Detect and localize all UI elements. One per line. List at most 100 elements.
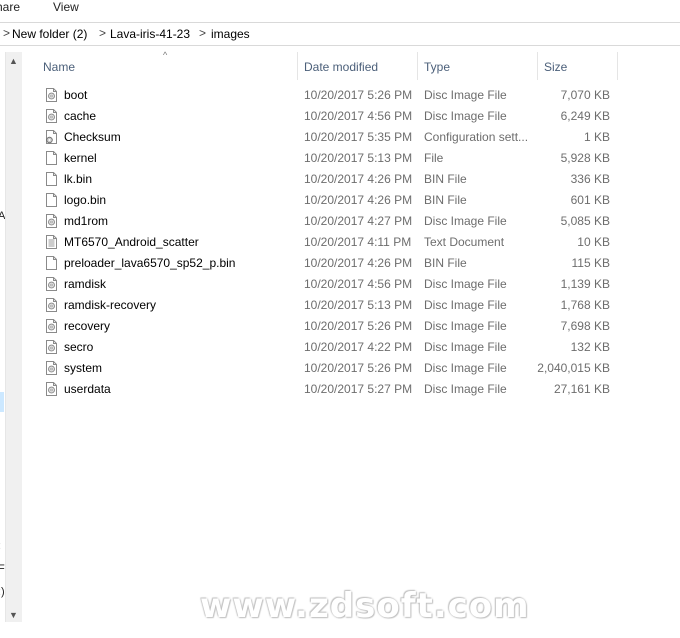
file-date-modified: 10/20/2017 5:35 PM bbox=[304, 130, 413, 144]
disc-image-file-icon bbox=[46, 382, 57, 396]
file-row[interactable]: logo.bin 10/20/2017 4:26 PM BIN File 601 KB bbox=[40, 190, 620, 211]
column-header-type[interactable]: Type bbox=[418, 52, 538, 80]
file-date-modified: 10/20/2017 5:26 PM bbox=[304, 319, 413, 333]
file-size: 10 KB bbox=[577, 235, 610, 249]
file-type: Disc Image File bbox=[424, 88, 507, 102]
file-size: 7,070 KB bbox=[560, 88, 610, 102]
file-type: Disc Image File bbox=[424, 214, 507, 228]
file-type: Text Document bbox=[424, 235, 505, 249]
file-size: 2,040,015 KB bbox=[537, 361, 610, 375]
column-header-date-label: Date modified bbox=[304, 60, 379, 74]
file-size: 601 KB bbox=[570, 193, 610, 207]
file-date-modified: 10/20/2017 4:27 PM bbox=[304, 214, 413, 228]
file-row[interactable]: boot 10/20/2017 5:26 PM Disc Image File 7,0… bbox=[40, 85, 620, 106]
file-size: 5,085 KB bbox=[560, 214, 610, 228]
file-type: Disc Image File bbox=[424, 298, 507, 312]
disc-image-file-icon bbox=[46, 340, 57, 354]
file-size: 1 KB bbox=[583, 130, 610, 144]
text-document-icon bbox=[46, 235, 57, 249]
file-name: ramdisk bbox=[64, 277, 107, 291]
breadcrumb-separator[interactable]: > bbox=[199, 26, 206, 40]
file-type: Configuration sett... bbox=[424, 130, 529, 144]
file-date-modified: 10/20/2017 5:27 PM bbox=[304, 382, 413, 396]
file-date-modified: 10/20/2017 5:13 PM bbox=[304, 151, 413, 165]
tab-view[interactable]: View bbox=[53, 0, 79, 14]
file-type: Disc Image File bbox=[424, 109, 507, 123]
configuration-file-icon bbox=[46, 130, 57, 144]
file-name: recovery bbox=[64, 319, 111, 333]
column-header-row: Name Date modified Type Size bbox=[22, 52, 680, 80]
breadcrumb-lava-iris[interactable]: Lava-iris-41-23 bbox=[110, 27, 190, 41]
file-type: Disc Image File bbox=[424, 319, 507, 333]
column-header-name[interactable]: Name bbox=[22, 52, 298, 80]
disc-image-file-icon bbox=[46, 88, 57, 102]
file-type: BIN File bbox=[424, 193, 467, 207]
file-size: 1,139 KB bbox=[560, 277, 610, 291]
file-date-modified: 10/20/2017 5:26 PM bbox=[304, 361, 413, 375]
column-header-name-label: Name bbox=[43, 60, 76, 74]
file-size: 6,249 KB bbox=[560, 109, 610, 123]
breadcrumb-separator[interactable]: > bbox=[99, 26, 106, 40]
file-date-modified: 10/20/2017 4:26 PM bbox=[304, 256, 413, 270]
disc-image-file-icon bbox=[46, 319, 57, 333]
disc-image-file-icon bbox=[46, 109, 57, 123]
file-row[interactable]: userdata 10/20/2017 5:27 PM Disc Image Fil… bbox=[40, 379, 620, 400]
file-row[interactable]: recovery 10/20/2017 5:26 PM Disc Image Fil… bbox=[40, 316, 620, 337]
file-row[interactable]: ramdisk-recovery 10/20/2017 5:13 PM Disc I… bbox=[40, 295, 620, 316]
file-name: Checksum bbox=[64, 130, 121, 144]
file-date-modified: 10/20/2017 5:13 PM bbox=[304, 298, 413, 312]
address-bar[interactable]: > New folder (2) > Lava-iris-41-23 > ima… bbox=[0, 22, 680, 46]
file-type: File bbox=[424, 151, 444, 165]
column-header-size[interactable]: Size bbox=[538, 52, 618, 80]
file-row[interactable]: cache 10/20/2017 4:56 PM Disc Image File 6,… bbox=[40, 106, 620, 127]
ribbon-tabs: hare View bbox=[0, 0, 680, 18]
tab-share[interactable]: hare bbox=[0, 0, 20, 14]
scroll-up-arrow-icon[interactable]: ▲ bbox=[9, 56, 18, 66]
column-divider[interactable] bbox=[617, 52, 618, 80]
file-name: secro bbox=[64, 340, 94, 354]
breadcrumb-new-folder[interactable]: New folder (2) bbox=[12, 27, 87, 41]
disc-image-file-icon bbox=[46, 214, 57, 228]
nav-item-fragment[interactable]: : bbox=[0, 540, 1, 552]
file-row[interactable]: MT6570_Android_scatter 10/20/2017 4:11 PM… bbox=[40, 232, 620, 253]
blank-file-icon bbox=[46, 151, 57, 165]
file-row[interactable]: ramdisk 10/20/2017 4:56 PM Disc Image File… bbox=[40, 274, 620, 295]
file-row[interactable]: Checksum 10/20/2017 5:35 PM Configuration … bbox=[40, 127, 620, 148]
file-type: Disc Image File bbox=[424, 361, 507, 375]
file-type: BIN File bbox=[424, 256, 467, 270]
file-date-modified: 10/20/2017 4:11 PM bbox=[304, 235, 412, 249]
file-date-modified: 10/20/2017 4:56 PM bbox=[304, 277, 413, 291]
file-row[interactable]: secro 10/20/2017 4:22 PM Disc Image File 13… bbox=[40, 337, 620, 358]
disc-image-file-icon bbox=[46, 277, 57, 291]
blank-file-icon bbox=[46, 193, 57, 207]
file-name: cache bbox=[64, 109, 97, 123]
file-type: Disc Image File bbox=[424, 340, 507, 354]
file-row[interactable]: system 10/20/2017 5:26 PM Disc Image File 2… bbox=[40, 358, 620, 379]
file-name: system bbox=[64, 361, 103, 375]
file-date-modified: 10/20/2017 5:26 PM bbox=[304, 88, 413, 102]
file-date-modified: 10/20/2017 4:26 PM bbox=[304, 172, 413, 186]
file-row[interactable]: preloader_lava6570_sp52_p.bin 10/20/2017 … bbox=[40, 253, 620, 274]
file-type: Disc Image File bbox=[424, 277, 507, 291]
file-size: 115 KB bbox=[571, 256, 610, 270]
file-row[interactable]: lk.bin 10/20/2017 4:26 PM BIN File 336 KB bbox=[40, 169, 620, 190]
column-header-type-label: Type bbox=[424, 60, 451, 74]
file-type: Disc Image File bbox=[424, 382, 507, 396]
nav-selection-highlight bbox=[0, 392, 4, 412]
file-name: ramdisk-recovery bbox=[64, 298, 157, 312]
breadcrumb-separator: > bbox=[3, 26, 11, 40]
file-size: 27,161 KB bbox=[553, 382, 610, 396]
file-name: kernel bbox=[64, 151, 97, 165]
file-row[interactable]: kernel 10/20/2017 5:13 PM File 5,928 KB bbox=[40, 148, 620, 169]
file-date-modified: 10/20/2017 4:56 PM bbox=[304, 109, 413, 123]
scroll-down-arrow-icon[interactable]: ▼ bbox=[9, 610, 18, 620]
file-name: userdata bbox=[64, 382, 111, 396]
file-row[interactable]: md1rom 10/20/2017 4:27 PM Disc Image File 5… bbox=[40, 211, 620, 232]
file-size: 132 KB bbox=[570, 340, 610, 354]
column-header-date[interactable]: Date modified bbox=[298, 52, 418, 80]
file-date-modified: 10/20/2017 4:26 PM bbox=[304, 193, 413, 207]
disc-image-file-icon bbox=[46, 361, 57, 375]
blank-file-icon bbox=[46, 256, 57, 270]
breadcrumb-images[interactable]: images bbox=[211, 27, 250, 41]
nav-scrollbar[interactable]: ▲ ▼ bbox=[5, 52, 22, 622]
